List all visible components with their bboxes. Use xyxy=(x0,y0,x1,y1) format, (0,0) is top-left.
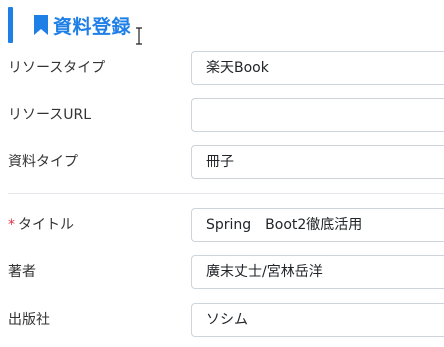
title-input[interactable]: Spring Boot2徹底活用 xyxy=(191,208,444,242)
title-label: タイトル xyxy=(18,217,74,233)
resource-type-label: リソースタイプ xyxy=(8,60,106,76)
material-type-select[interactable]: 冊子 xyxy=(191,145,444,179)
form-divider xyxy=(8,193,444,194)
publisher-input[interactable]: ソシム xyxy=(191,303,444,337)
title-label-wrapper: * タイトル xyxy=(8,208,74,242)
material-registration-page: 資料登録 リソースタイプ 楽天Book リソースURL 資料タイプ 冊子 * タイ… xyxy=(0,0,444,347)
form-row-resource-type: リソースタイプ 楽天Book xyxy=(0,51,444,85)
resource-url-input[interactable] xyxy=(191,98,444,132)
text-cursor-icon xyxy=(136,27,142,45)
section-header: 資料登録 xyxy=(8,7,131,43)
author-label: 著者 xyxy=(8,264,36,280)
form-row-publisher: 出版社 ソシム xyxy=(0,303,444,337)
section-accent-bar xyxy=(8,7,13,43)
form-row-title: * タイトル Spring Boot2徹底活用 xyxy=(0,208,444,242)
required-mark: * xyxy=(8,217,15,233)
resource-url-label: リソースURL xyxy=(8,107,92,123)
form-row-resource-url: リソースURL xyxy=(0,98,444,132)
page-title: 資料登録 xyxy=(53,15,132,38)
author-input[interactable]: 廣末丈士/宮林岳洋 xyxy=(191,255,444,289)
bookmark-icon xyxy=(34,15,48,35)
resource-type-select[interactable]: 楽天Book xyxy=(191,51,444,85)
publisher-label: 出版社 xyxy=(8,312,50,328)
material-type-label: 資料タイプ xyxy=(8,154,78,170)
form-row-author: 著者 廣末丈士/宮林岳洋 xyxy=(0,255,444,289)
form-row-material-type: 資料タイプ 冊子 xyxy=(0,145,444,179)
